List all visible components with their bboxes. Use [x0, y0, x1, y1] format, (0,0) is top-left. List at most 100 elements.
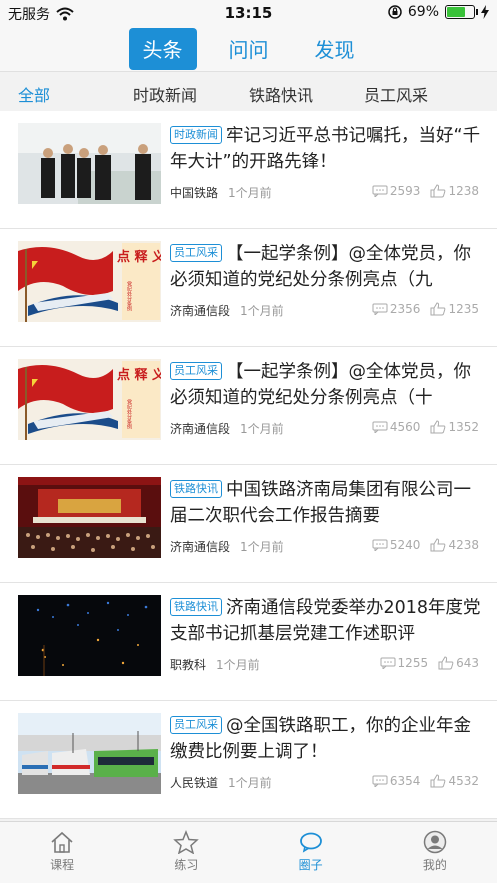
article-stats: 2356 1235	[372, 302, 479, 316]
banner-side-text: 党纪处分条例	[126, 398, 132, 430]
article-source: 济南通信段	[170, 422, 231, 436]
battery-percent: 69%	[407, 4, 439, 20]
article-meta: 济南通信段 1个月前	[170, 538, 284, 555]
article-tag: 员工风采	[170, 716, 222, 734]
article-title[interactable]: 时政新闻 牢记习近平总书记嘱托，当好“千年大计”的开路先锋！	[170, 123, 482, 175]
chat-bubble-icon	[299, 832, 322, 853]
article-title[interactable]: 铁路快讯 中国铁路济南局集团有限公司一届二次职代会工作报告摘要	[170, 477, 482, 529]
tabbar-practice[interactable]: 练习	[124, 822, 248, 883]
article-tag: 员工风采	[170, 244, 222, 262]
like-count: 4238	[448, 538, 479, 552]
tab-discover[interactable]: 发现	[301, 30, 369, 67]
category-tab-railway-news[interactable]: 铁路快讯	[249, 82, 313, 106]
battery-icon	[445, 5, 478, 19]
article-meta: 职教科 1个月前	[170, 656, 260, 673]
article-thumbnail	[18, 123, 161, 204]
article-item[interactable]: 点 释 义 党纪处分条例 员工风采 【一起学条例】@全体党员，你必须知道的党纪处分…	[0, 229, 497, 347]
comment-count: 2356	[389, 302, 421, 316]
comment-icon	[372, 421, 388, 433]
category-tab-politics[interactable]: 时政新闻	[133, 82, 197, 106]
article-stats: 6354 4532	[372, 774, 479, 788]
article-list: 时政新闻 牢记习近平总书记嘱托，当好“千年大计”的开路先锋！ 中国铁路 1个月前 2…	[0, 111, 497, 819]
article-meta: 济南通信段 1个月前	[170, 420, 284, 437]
comment-count: 5240	[389, 538, 421, 552]
article-title[interactable]: 员工风采 @全国铁路职工，你的企业年金缴费比例要上调了！	[170, 713, 482, 765]
article-meta: 中国铁路 1个月前	[170, 184, 272, 201]
top-tab-bar: 头条 问问 发现	[0, 26, 497, 72]
tab-headlines[interactable]: 头条	[128, 27, 197, 70]
bottom-tab-bar: 课程 练习 圈子 我的	[0, 821, 497, 883]
article-title[interactable]: 员工风采 【一起学条例】@全体党员，你必须知道的党纪处分条例亮点（十	[170, 359, 482, 411]
article-stats: 2593 1238	[372, 184, 479, 198]
star-icon	[173, 830, 200, 854]
banner-text: 点 释 义	[117, 249, 161, 265]
comment-icon	[372, 775, 388, 787]
comment-icon	[372, 539, 388, 551]
article-age: 1个月前	[240, 540, 284, 554]
like-icon[interactable]	[438, 656, 454, 670]
article-thumbnail: 点 释 义 党纪处分条例	[18, 359, 161, 440]
article-source: 职教科	[170, 658, 207, 672]
comment-icon	[380, 657, 396, 669]
person-icon	[423, 830, 447, 854]
like-icon[interactable]	[430, 184, 446, 198]
tabbar-mine[interactable]: 我的	[373, 822, 497, 883]
like-icon[interactable]	[430, 420, 446, 434]
article-stats: 1255 643	[380, 656, 479, 670]
article-item[interactable]: 时政新闻 牢记习近平总书记嘱托，当好“千年大计”的开路先锋！ 中国铁路 1个月前 2…	[0, 111, 497, 229]
comment-count: 4560	[389, 420, 421, 434]
article-source: 济南通信段	[170, 304, 231, 318]
article-stats: 4560 1352	[372, 420, 479, 434]
like-count: 1238	[448, 184, 479, 198]
comment-count: 6354	[389, 774, 421, 788]
category-tab-bar: 全部 时政新闻 铁路快讯 员工风采	[0, 73, 497, 111]
article-stats: 5240 4238	[372, 538, 479, 552]
status-right: 69%	[388, 4, 489, 20]
tabbar-courses[interactable]: 课程	[0, 822, 124, 883]
article-thumbnail	[18, 477, 161, 558]
like-icon[interactable]	[430, 774, 446, 788]
charging-icon	[481, 5, 489, 19]
orientation-lock-icon	[388, 5, 402, 19]
article-age: 1个月前	[228, 186, 272, 200]
article-age: 1个月前	[228, 776, 272, 790]
article-item[interactable]: 点 释 义 党纪处分条例 员工风采 【一起学条例】@全体党员，你必须知道的党纪处分…	[0, 347, 497, 465]
tabbar-mine-label: 我的	[422, 858, 447, 872]
comment-icon	[372, 185, 388, 197]
category-tab-all[interactable]: 全部	[18, 82, 50, 106]
tabbar-circle-label: 圈子	[298, 858, 323, 872]
article-thumbnail	[18, 595, 161, 676]
article-source: 济南通信段	[170, 540, 231, 554]
article-item[interactable]: 铁路快讯 济南通信段党委举办2018年度党支部书记抓基层党建工作述职评 职教科 1个…	[0, 583, 497, 701]
article-tag: 时政新闻	[170, 126, 222, 144]
banner-text: 点 释 义	[117, 367, 161, 383]
comment-count: 1255	[397, 656, 429, 670]
like-count: 643	[456, 656, 479, 670]
article-title[interactable]: 员工风采 【一起学条例】@全体党员，你必须知道的党纪处分条例亮点（九	[170, 241, 482, 293]
article-title[interactable]: 铁路快讯 济南通信段党委举办2018年度党支部书记抓基层党建工作述职评	[170, 595, 482, 647]
article-item[interactable]: 铁路快讯 中国铁路济南局集团有限公司一届二次职代会工作报告摘要 济南通信段 1个月前…	[0, 465, 497, 583]
like-icon[interactable]	[430, 302, 446, 316]
like-count: 4532	[448, 774, 479, 788]
status-bar: 无服务 13:15 69%	[0, 0, 497, 26]
home-icon	[51, 831, 73, 853]
like-icon[interactable]	[430, 538, 446, 552]
like-count: 1235	[448, 302, 479, 316]
comment-count: 2593	[389, 184, 421, 198]
article-meta: 人民铁道 1个月前	[170, 774, 272, 791]
article-meta: 济南通信段 1个月前	[170, 302, 284, 319]
article-age: 1个月前	[240, 422, 284, 436]
comment-icon	[372, 303, 388, 315]
tab-ask[interactable]: 问问	[215, 30, 283, 67]
category-tab-staff[interactable]: 员工风采	[364, 82, 428, 106]
tabbar-circle[interactable]: 圈子	[249, 822, 373, 883]
banner-side-text: 党纪处分条例	[126, 280, 132, 312]
article-tag: 员工风采	[170, 362, 222, 380]
article-age: 1个月前	[240, 304, 284, 318]
like-count: 1352	[448, 420, 479, 434]
article-age: 1个月前	[216, 658, 260, 672]
article-tag: 铁路快讯	[170, 480, 222, 498]
article-source: 中国铁路	[170, 186, 219, 200]
article-item[interactable]: 员工风采 @全国铁路职工，你的企业年金缴费比例要上调了！ 人民铁道 1个月前 635…	[0, 701, 497, 819]
article-source: 人民铁道	[170, 776, 219, 790]
